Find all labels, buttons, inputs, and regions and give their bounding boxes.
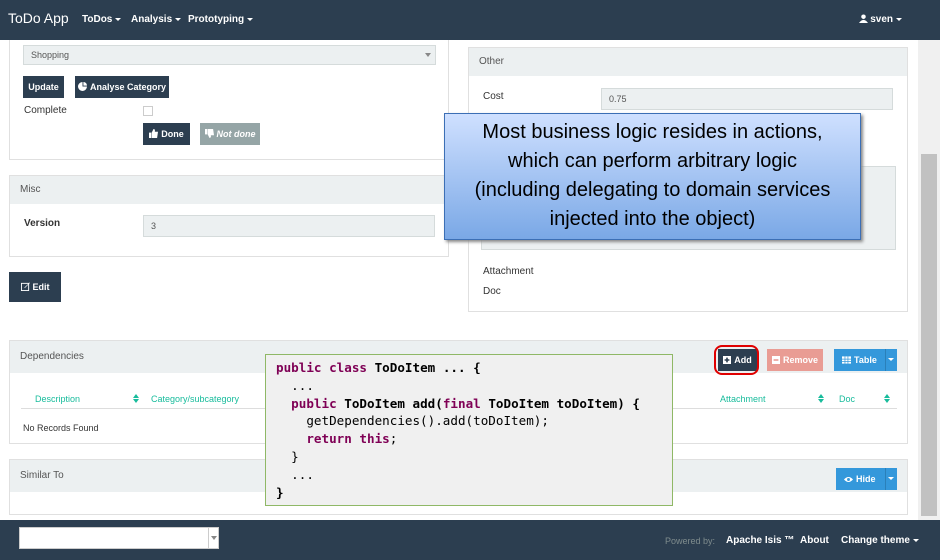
not-done-label: Not done	[216, 129, 256, 139]
add-highlight-ring	[714, 345, 759, 375]
code-line: }	[276, 448, 299, 464]
table-label: Table	[854, 355, 877, 365]
code-line: }	[276, 484, 284, 500]
chevron-down-icon	[425, 53, 431, 57]
caret-down-icon	[175, 17, 182, 21]
complete-checkbox[interactable]	[143, 106, 153, 116]
code-snippet: public class ToDoItem ... { ... public T…	[265, 354, 673, 506]
top-navbar: ToDo App ToDos Analysis Prototyping sven	[0, 0, 940, 40]
code-line: public class ToDoItem ... {	[276, 359, 672, 377]
table-icon	[842, 356, 851, 364]
category-value: Shopping	[31, 50, 70, 60]
minus-square-icon	[771, 356, 780, 364]
eye-icon	[844, 477, 853, 482]
table-view-button[interactable]: Table	[834, 349, 897, 371]
cost-field: 0.75	[601, 88, 893, 110]
edit-icon	[20, 282, 30, 291]
misc-panel: Misc Version 3	[9, 175, 449, 257]
hide-dropdown-toggle[interactable]	[885, 468, 897, 490]
update-button[interactable]: Update	[23, 76, 64, 98]
remove-button[interactable]: Remove	[767, 349, 823, 371]
menu-analysis[interactable]: Analysis	[131, 14, 182, 25]
caret-down-icon	[888, 477, 894, 480]
about-link[interactable]: About	[800, 535, 829, 546]
callout-line: (including delegating to domain services	[474, 179, 831, 201]
column-category[interactable]: Category/subcategory	[151, 394, 239, 404]
analyse-category-button[interactable]: Analyse Category	[75, 76, 169, 98]
hide-label: Hide	[856, 474, 876, 484]
code-keyword: return this	[276, 431, 390, 447]
thumbs-down-icon	[204, 129, 214, 138]
pie-chart-icon	[77, 82, 87, 91]
code-line: return this;	[276, 430, 672, 448]
version-field: 3	[143, 215, 435, 237]
doc-label: Doc	[483, 286, 501, 297]
change-theme-label: Change theme	[841, 535, 910, 546]
apache-isis-link[interactable]: Apache Isis ™	[726, 535, 794, 546]
column-description[interactable]: Description	[35, 394, 80, 404]
code-text: ToDoItem ... {	[367, 360, 481, 375]
scrollbar-thumb[interactable]	[921, 154, 937, 516]
annotation-callout: Most business logic resides in actions, …	[444, 113, 861, 240]
caret-down-icon	[896, 17, 902, 21]
user-menu[interactable]: sven	[859, 14, 902, 25]
complete-label: Complete	[24, 105, 67, 116]
powered-by-text: Powered by:	[665, 536, 716, 546]
user-icon	[859, 14, 869, 23]
done-label: Done	[161, 129, 184, 139]
code-line: getDependencies().add(toDoItem);	[276, 413, 549, 429]
footer-select[interactable]	[19, 527, 219, 549]
table-dropdown-toggle[interactable]	[885, 349, 897, 371]
other-panel-title: Other	[469, 48, 907, 76]
edit-button[interactable]: Edit	[9, 272, 61, 302]
callout-line: Most business logic resides in actions,	[482, 121, 823, 143]
sort-icon[interactable]	[818, 394, 824, 403]
page-scrollbar[interactable]	[918, 40, 940, 520]
footer-bar: Powered by: Apache Isis ™ About Change t…	[0, 520, 940, 560]
details-panel: Shopping Update Analyse Category Complet…	[9, 40, 449, 160]
caret-down-icon	[115, 17, 122, 21]
version-label: Version	[24, 218, 61, 229]
menu-todos-label: ToDos	[82, 14, 113, 25]
menu-prototyping[interactable]: Prototyping	[188, 14, 254, 25]
cost-label: Cost	[483, 91, 504, 102]
code-keyword: public	[276, 395, 337, 411]
menu-todos[interactable]: ToDos	[82, 14, 122, 25]
thumbs-up-icon	[149, 129, 159, 138]
app-brand[interactable]: ToDo App	[8, 10, 69, 26]
analyse-category-label: Analyse Category	[89, 82, 167, 92]
attachment-label: Attachment	[483, 266, 534, 277]
edit-label: Edit	[32, 282, 50, 292]
code-text: ;	[389, 431, 398, 447]
caret-down-icon	[247, 17, 254, 21]
column-attachment[interactable]: Attachment	[720, 394, 766, 404]
code-text: ToDoItem add(	[336, 395, 443, 411]
code-line: ...	[276, 466, 314, 482]
caret-down-icon	[912, 538, 919, 542]
chevron-down-icon	[211, 536, 217, 540]
code-line: ...	[276, 377, 314, 393]
sort-icon[interactable]	[133, 394, 139, 403]
code-keyword: public class	[276, 360, 367, 375]
done-button[interactable]: Done	[143, 123, 190, 145]
code-line: public ToDoItem add(final ToDoItem toDoI…	[276, 395, 672, 413]
change-theme-menu[interactable]: Change theme	[841, 535, 919, 546]
menu-analysis-label: Analysis	[131, 14, 173, 25]
code-keyword: final	[442, 395, 481, 411]
remove-label: Remove	[782, 355, 818, 365]
misc-panel-title: Misc	[10, 176, 448, 204]
callout-line: which can perform arbitrary logic	[508, 150, 797, 172]
code-text: ToDoItem toDoItem) {	[480, 395, 640, 411]
not-done-button[interactable]: Not done	[200, 123, 260, 145]
user-name: sven	[870, 14, 893, 25]
no-records-text: No Records Found	[23, 423, 99, 433]
footer-select-toggle[interactable]	[208, 528, 218, 548]
callout-line: injected into the object)	[549, 208, 756, 230]
menu-prototyping-label: Prototyping	[188, 14, 245, 25]
column-doc[interactable]: Doc	[839, 394, 855, 404]
hide-button[interactable]: Hide	[836, 468, 897, 490]
sort-icon[interactable]	[884, 394, 890, 403]
caret-down-icon	[888, 358, 894, 361]
category-select[interactable]: Shopping	[23, 45, 436, 65]
